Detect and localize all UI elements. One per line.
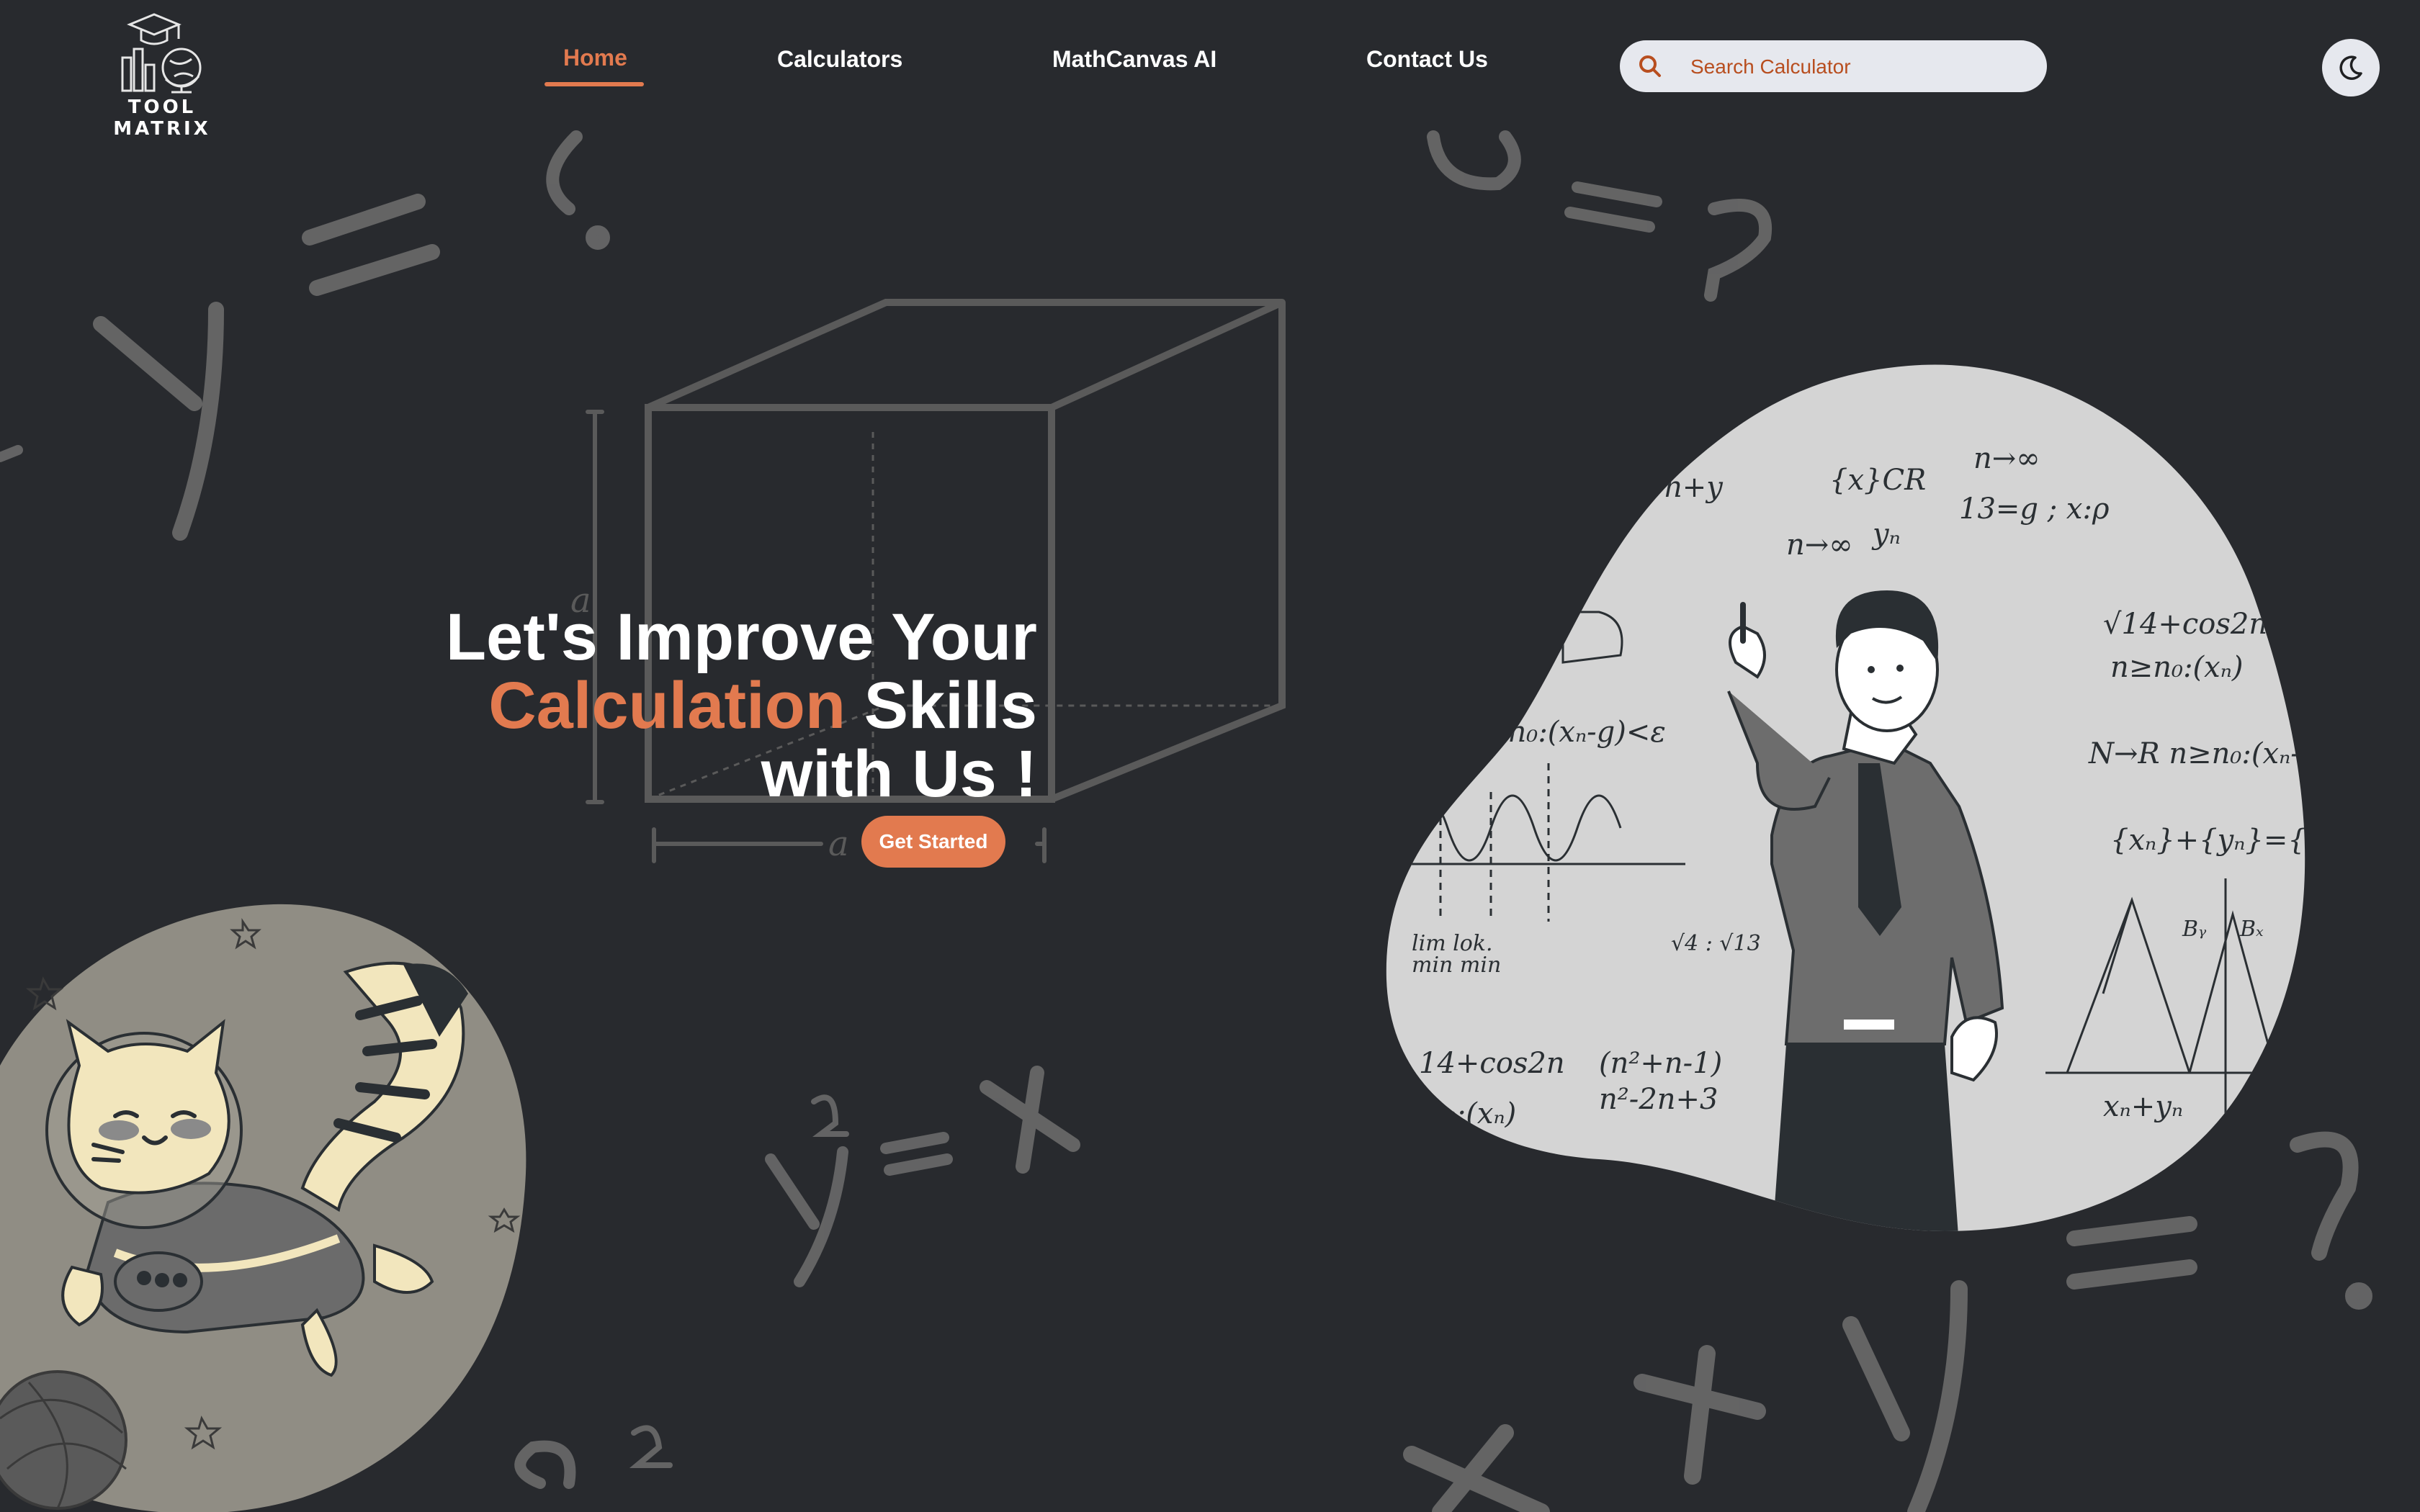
svg-text:min min: min min	[1412, 953, 1501, 978]
hero-line-1: Let's Improve Your	[445, 600, 1037, 674]
svg-text:n+y: n+y	[1664, 471, 1724, 504]
nav-active-indicator	[544, 82, 644, 86]
hero-heading: Let's Improve Your Calculation Skills wi…	[403, 603, 1037, 809]
svg-text:n→∞: n→∞	[1786, 528, 1853, 562]
svg-text:√14+cos2n: √14+cos2n	[2103, 608, 2267, 641]
svg-text:n≥n₀:(xₙ): n≥n₀:(xₙ)	[2110, 651, 2244, 684]
svg-text:yₙ: yₙ	[1871, 518, 1901, 551]
hero-line-2-rest: Skills	[846, 669, 1037, 742]
search-input[interactable]	[1689, 50, 2023, 84]
teacher-illustration: n+y {x}CR n→∞ 13=g ; x:ρ n→∞ yₙ √14+cos2…	[1386, 364, 2348, 1232]
nav-contact-us[interactable]: Contact Us	[1366, 46, 1488, 73]
svg-text:n²-2n+3: n²-2n+3	[1599, 1083, 1718, 1116]
svg-text:{xₙ}+{yₙ}={xₙ+yₙ}: {xₙ}+{yₙ}={xₙ+yₙ}	[2110, 824, 2348, 857]
svg-text:xₙ+yₙ: xₙ+yₙ	[2103, 1090, 2183, 1123]
astronaut-cat-illustration	[0, 904, 526, 1512]
graduation-globe-logo-icon	[121, 13, 202, 94]
get-started-button[interactable]: Get Started	[861, 816, 1005, 868]
svg-text:(n²+n-1): (n²+n-1)	[1599, 1047, 1722, 1080]
search-icon	[1639, 55, 1661, 77]
svg-text:N→R n≥n₀:(xₙ-g): N→R n≥n₀:(xₙ-g)	[2088, 737, 2330, 770]
hero-accent-word: Calculation	[488, 669, 846, 742]
svg-text:14+cos2n: 14+cos2n	[1419, 1047, 1565, 1080]
svg-text:13=g ; x:ρ: 13=g ; x:ρ	[1959, 492, 2110, 526]
logo[interactable]: TOOL MATRIX	[79, 7, 245, 140]
svg-text:a: a	[828, 824, 849, 864]
svg-text:Bₓ: Bₓ	[2239, 917, 2264, 942]
moon-icon	[2339, 55, 2362, 80]
svg-text:≥n₀:(xₙ-g)<ε: ≥n₀:(xₙ-g)<ε	[1484, 716, 1666, 749]
svg-text:Bᵧ: Bᵧ	[2182, 917, 2207, 942]
theme-toggle-button[interactable]	[2322, 39, 2380, 96]
brand-name: TOOL MATRIX	[113, 96, 211, 140]
svg-text:(n²: (n²	[2276, 622, 2317, 655]
hero-line-3: with Us !	[761, 737, 1037, 811]
search-bar[interactable]	[1620, 40, 2047, 92]
svg-text:n→∞: n→∞	[1973, 442, 2040, 475]
svg-text:√4 : √13: √4 : √13	[1671, 931, 1761, 956]
svg-text:{x}CR: {x}CR	[1829, 464, 1926, 497]
nav-calculators[interactable]: Calculators	[777, 46, 902, 73]
svg-text:n₀:(xₙ): n₀:(xₙ)	[1426, 1097, 1516, 1130]
nav-home[interactable]: Home	[563, 45, 627, 71]
hero-line-2: Calculation Skills	[403, 672, 1037, 740]
nav-mathcanvas-ai[interactable]: MathCanvas AI	[1052, 46, 1216, 73]
